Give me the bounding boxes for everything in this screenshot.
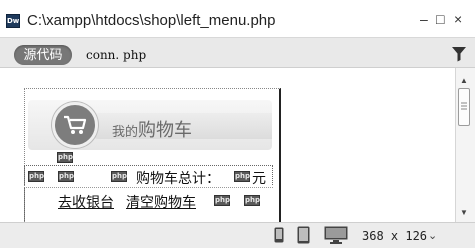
cart-title-prefix: 我的 — [112, 124, 139, 139]
checkout-link[interactable]: 去收银台 — [58, 192, 114, 212]
related-file-conn-php[interactable]: conn. php — [86, 48, 146, 62]
cart-title: 我的购物车 — [112, 116, 192, 142]
scroll-up-arrow[interactable]: ▲ — [460, 76, 468, 85]
chevron-down-icon[interactable]: ⌄ — [428, 229, 437, 242]
scroll-down-arrow[interactable]: ▼ — [460, 208, 468, 217]
cart-total-label: 购物车总计： — [136, 170, 220, 186]
clear-cart-link[interactable]: 清空购物车 — [126, 192, 196, 212]
source-code-button[interactable]: 源代码 — [14, 45, 72, 65]
close-button[interactable]: × — [454, 11, 462, 27]
php-code-icon[interactable]: php — [58, 171, 74, 182]
minimize-button[interactable]: – — [420, 11, 428, 27]
php-code-icon[interactable]: php — [244, 195, 260, 206]
scrollbar-thumb[interactable] — [458, 88, 470, 126]
desktop-icon[interactable] — [324, 226, 348, 249]
php-code-icon[interactable]: php — [28, 171, 44, 182]
cart-title-main: 购物车 — [138, 120, 193, 140]
php-code-icon[interactable]: php — [111, 171, 127, 182]
php-code-icon[interactable]: php — [234, 171, 250, 182]
filter-icon[interactable] — [452, 46, 466, 67]
phone-icon[interactable] — [274, 227, 284, 248]
currency-label: 元 — [252, 170, 266, 186]
maximize-button[interactable]: □ — [436, 11, 444, 27]
dreamweaver-app-icon: Dw — [6, 14, 20, 28]
tablet-icon[interactable] — [297, 226, 310, 249]
shopping-cart-icon — [64, 115, 87, 134]
php-code-icon[interactable]: php — [214, 195, 230, 206]
php-code-icon[interactable]: php — [57, 152, 73, 163]
cart-icon-badge — [52, 102, 98, 148]
window-title: C:\xampp\htdocs\shop\left_menu.php — [27, 12, 276, 29]
window-size-indicator[interactable]: 368 x 126 — [362, 229, 427, 243]
